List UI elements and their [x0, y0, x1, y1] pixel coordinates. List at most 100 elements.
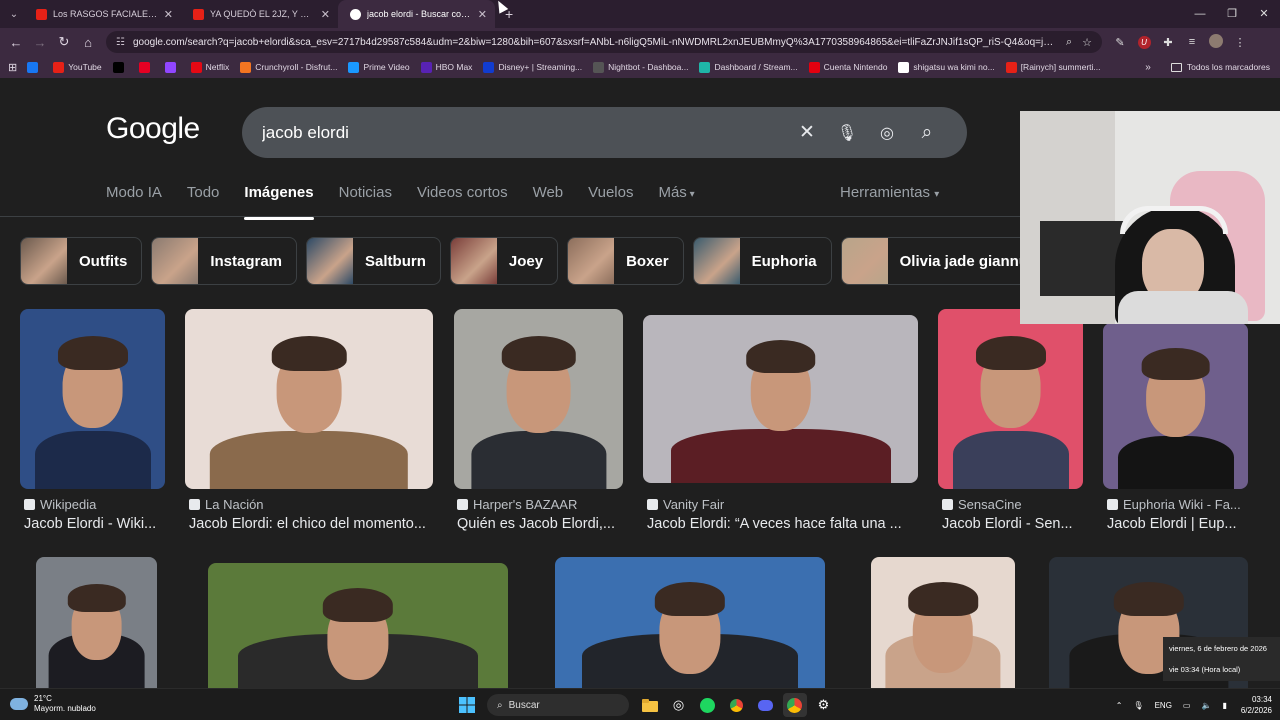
bookmark-item[interactable]: Nightbot - Dashboa... — [593, 61, 688, 73]
file-explorer-icon[interactable] — [638, 693, 662, 717]
image-result[interactable] — [643, 315, 918, 483]
bookmark-item[interactable]: Disney+ | Streaming... — [483, 61, 582, 73]
ublock-icon[interactable]: U — [1132, 35, 1156, 49]
related-chip[interactable]: Saltburn — [306, 237, 441, 285]
clear-icon[interactable]: ✕ — [787, 121, 827, 144]
bookmark-item[interactable]: Dashboard / Stream... — [699, 61, 798, 73]
bookmark-star-icon[interactable]: ☆ — [1082, 36, 1092, 49]
result-source[interactable]: Euphoria Wiki - Fa... — [1107, 497, 1241, 512]
media-controls-icon[interactable]: ≡ — [1180, 36, 1204, 48]
related-chip[interactable]: Euphoria — [692, 237, 832, 285]
result-title[interactable]: Quién es Jacob Elordi,... — [457, 516, 637, 532]
bookmark-item[interactable] — [138, 61, 154, 73]
xbox-icon[interactable]: ◎ — [667, 693, 691, 717]
browser-tab-2[interactable]: YA QUEDÓ EL 2JZ, Y QUEDÓ LO ✕ — [181, 0, 338, 28]
bookmark-item[interactable]: shigatsu wa kimi no... — [898, 61, 995, 73]
forward-icon[interactable]: → — [28, 35, 52, 50]
windows-start-icon[interactable] — [455, 693, 479, 717]
result-source[interactable]: Harper's BAZAAR — [457, 497, 577, 512]
back-icon[interactable]: ← — [4, 35, 28, 50]
result-title[interactable]: Jacob Elordi | Eup... — [1107, 516, 1260, 532]
clock[interactable]: 03:34 6/2/2026 — [1241, 694, 1272, 716]
related-chip[interactable]: Instagram — [151, 237, 298, 285]
bookmark-item[interactable]: Crunchyroll - Disfrut... — [240, 61, 337, 73]
microphone-tray-icon[interactable]: 🎙 — [1133, 701, 1143, 710]
image-result[interactable] — [555, 557, 825, 688]
related-chip[interactable]: Boxer — [567, 237, 684, 285]
address-bar[interactable]: ☷ google.com/search?q=jacob+elordi&sca_e… — [106, 31, 1102, 53]
bookmark-item[interactable]: [Rainych] summerti... — [1005, 61, 1101, 73]
result-source[interactable]: La Nación — [189, 497, 264, 512]
result-title[interactable]: Jacob Elordi: “A veces hace falta una ..… — [647, 516, 932, 532]
search-icon[interactable]: ⌕ — [907, 122, 947, 144]
browser-tab-3[interactable]: jacob elordi - Buscar con Goog ✕ — [338, 0, 495, 28]
pen-extension-icon[interactable]: ✎ — [1108, 36, 1132, 49]
taskbar-search[interactable]: ⌕ Buscar — [487, 694, 629, 716]
image-result[interactable] — [208, 563, 508, 688]
site-info-icon[interactable]: ☷ — [116, 37, 125, 48]
tab-vuelos[interactable]: Vuelos — [588, 184, 633, 212]
bookmark-item[interactable] — [164, 61, 180, 73]
minimize-icon[interactable]: — — [1184, 0, 1216, 28]
apps-grid-icon[interactable]: ⊞ — [8, 61, 17, 74]
image-result[interactable] — [454, 309, 623, 489]
chrome-active-icon[interactable] — [782, 693, 807, 717]
close-tab-icon[interactable]: ✕ — [478, 8, 487, 21]
restore-icon[interactable]: ❐ — [1216, 0, 1248, 28]
tab-web[interactable]: Web — [533, 184, 564, 212]
related-chip[interactable]: Outfits — [20, 237, 143, 285]
tab-videos-cortos[interactable]: Videos cortos — [417, 184, 508, 212]
bookmark-item[interactable]: Netflix — [190, 61, 229, 73]
bookmark-item[interactable]: HBO Max — [420, 61, 472, 73]
close-window-icon[interactable]: ✕ — [1248, 0, 1280, 28]
bookmark-item[interactable] — [27, 61, 42, 73]
search-input[interactable] — [262, 122, 787, 143]
image-result[interactable] — [185, 309, 433, 489]
tab-más[interactable]: Más ▾ — [658, 184, 694, 212]
google-logo[interactable]: Google — [106, 112, 200, 146]
chrome-icon[interactable] — [725, 693, 749, 717]
settings-gear-icon[interactable]: ⚙ — [812, 693, 836, 717]
browser-menu-icon[interactable]: ⋮ — [1228, 36, 1252, 49]
browser-tab-1[interactable]: Los RASGOS FACIALES más FEO ✕ — [24, 0, 181, 28]
lens-camera-icon[interactable]: ◎ — [867, 123, 907, 143]
all-bookmarks-link[interactable]: Todos los marcadores — [1187, 62, 1270, 72]
tab-noticias[interactable]: Noticias — [339, 184, 392, 212]
tab-search-button[interactable]: ⌄ — [4, 4, 24, 24]
result-source[interactable]: SensaCine — [942, 497, 1022, 512]
network-icon[interactable]: ▭ — [1183, 701, 1191, 710]
result-title[interactable]: Jacob Elordi - Wiki... — [24, 516, 179, 532]
tab-todo[interactable]: Todo — [187, 184, 220, 212]
image-result[interactable] — [20, 309, 165, 489]
image-result[interactable] — [36, 557, 157, 688]
reload-icon[interactable]: ↻ — [52, 34, 76, 50]
weather-widget[interactable]: 21°C Mayorm. nublado — [10, 694, 96, 714]
microphone-icon[interactable]: 🎙 — [827, 123, 867, 143]
bookmark-item[interactable]: Cuenta Nintendo — [808, 61, 887, 73]
image-result[interactable] — [1103, 323, 1248, 489]
result-title[interactable]: Jacob Elordi: el chico del momento... — [189, 516, 447, 532]
spotify-icon[interactable] — [696, 693, 720, 717]
tab-imágenes[interactable]: Imágenes — [244, 184, 314, 220]
close-tab-icon[interactable]: ✕ — [164, 8, 173, 21]
battery-icon[interactable]: ▮ — [1222, 701, 1226, 710]
extensions-puzzle-icon[interactable]: ✚ — [1156, 36, 1180, 49]
profile-avatar-icon[interactable] — [1204, 33, 1228, 51]
image-result[interactable] — [938, 309, 1083, 489]
related-chip[interactable]: Joey — [449, 237, 559, 285]
bookmark-item[interactable] — [112, 61, 128, 73]
result-title[interactable]: Jacob Elordi - Sen... — [942, 516, 1097, 532]
home-icon[interactable]: ⌂ — [76, 35, 100, 50]
bookmark-item[interactable]: YouTube — [53, 61, 102, 73]
close-tab-icon[interactable]: ✕ — [321, 8, 330, 21]
chevron-right-icon[interactable]: » — [1145, 62, 1151, 73]
language-indicator[interactable]: ENG — [1155, 701, 1172, 710]
result-source[interactable]: Wikipedia — [24, 497, 96, 512]
discord-icon[interactable] — [754, 693, 778, 717]
volume-icon[interactable]: 🔈 — [1201, 701, 1211, 710]
zoom-icon[interactable]: ⌕ — [1066, 36, 1072, 49]
bookmark-item[interactable]: Prime Video — [348, 61, 410, 73]
image-result[interactable] — [871, 557, 1015, 688]
result-source[interactable]: Vanity Fair — [647, 497, 724, 512]
tab-modo-ia[interactable]: Modo IA — [106, 184, 162, 212]
